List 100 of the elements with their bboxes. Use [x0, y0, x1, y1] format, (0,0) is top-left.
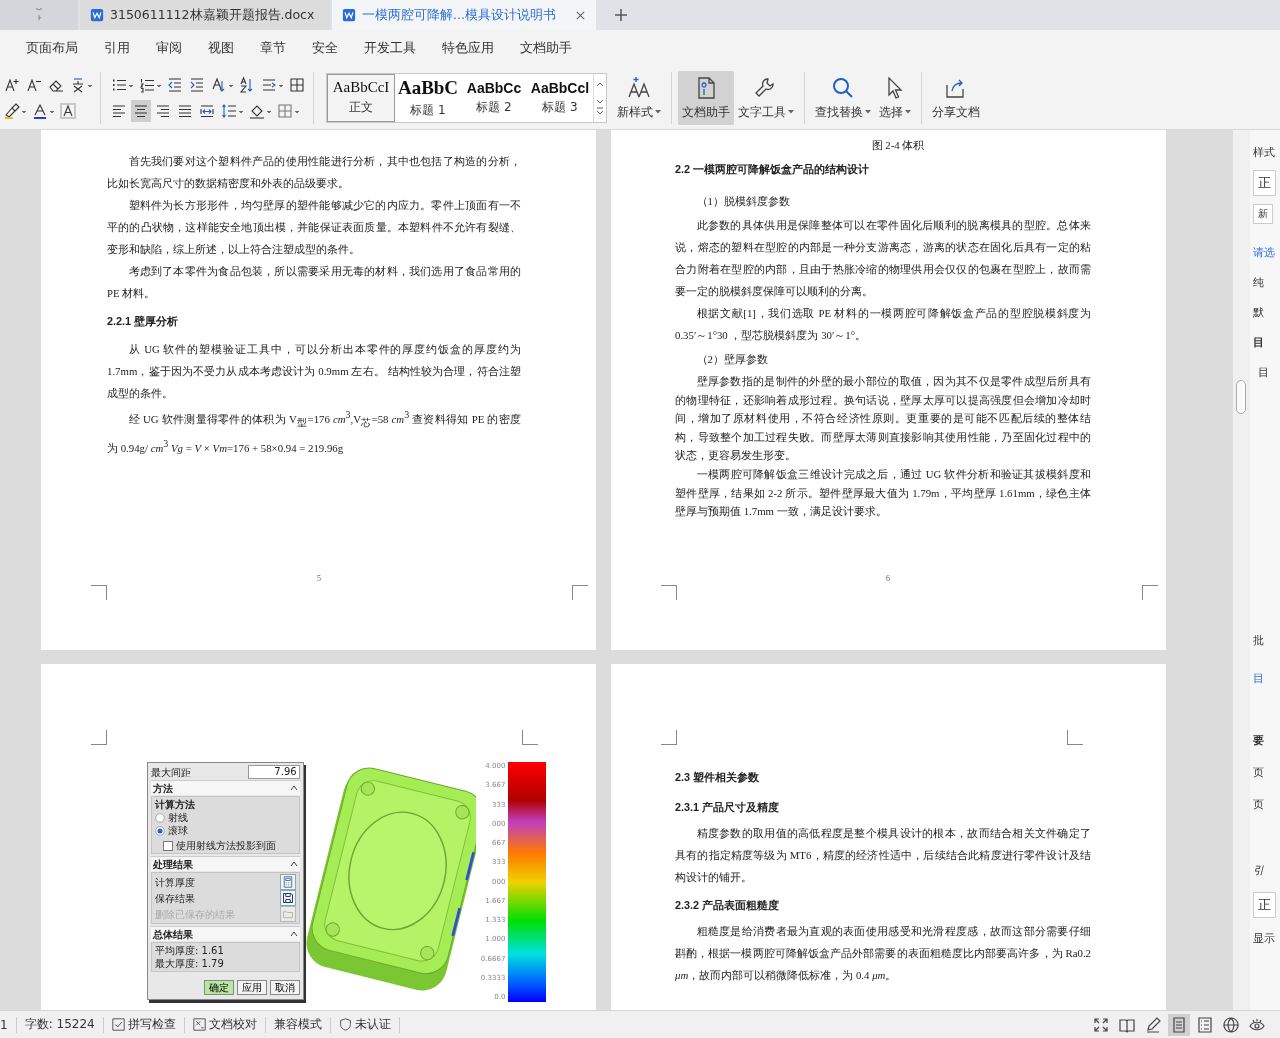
document-icon	[342, 8, 356, 22]
section-title: 处理结果	[153, 857, 193, 871]
panel-item[interactable]: 批	[1253, 632, 1264, 650]
outline-view-icon	[1197, 1016, 1213, 1033]
action-label: 保存结果	[155, 891, 195, 905]
style-label: 标题 2	[476, 98, 512, 116]
collapse-icon	[289, 785, 298, 791]
ribbon-button[interactable]: 分享文档	[928, 70, 984, 125]
ribbon-button[interactable]: 新样式	[613, 70, 665, 125]
ribbon-button[interactable]: 文档助手	[678, 70, 734, 125]
status-button[interactable]: 文档校对	[184, 1016, 265, 1033]
globe-icon	[1223, 1016, 1239, 1033]
panel-item[interactable]: 显示	[1253, 930, 1275, 948]
paragraph: 壁厚参数指的是制件的外壁的最小部位的取值，因为其不仅是零件成型后所具有的物理特征，还影响着成形过程。换句话说，壁厚太厚可以提高强度但会增加冷却时间，增加了原材料使用，不符合经济性原则。更重要的是可能不匹配后续的整体结构，导致整个加工过程失败。而壁厚太薄则直接影响其使用性能，乃至固化过程中的状态，更容易发生形变。	[675, 375, 1091, 462]
panel-item[interactable]: 新	[1253, 204, 1273, 224]
menu-item[interactable]: 文档助手	[520, 39, 572, 57]
caret-icon	[905, 110, 911, 114]
menu-item[interactable]: 审阅	[156, 39, 182, 57]
panel-item[interactable]: 页	[1253, 796, 1264, 814]
style-option[interactable]: AaBbC 标题 1	[395, 73, 461, 122]
scroll-thumb[interactable]	[1236, 380, 1246, 414]
page-view-icon	[1171, 1016, 1187, 1033]
panel-item[interactable]: 纯	[1253, 274, 1264, 292]
radio-label: 滚球	[168, 824, 188, 837]
style-option[interactable]: AaBbCcl 标题 3	[527, 73, 593, 122]
panel-item[interactable]: 目	[1253, 670, 1264, 688]
document-tab[interactable]: 3150611112林嘉颖开题报告.docx	[80, 0, 330, 30]
style-sample: AaBbC	[397, 76, 459, 99]
panel-item[interactable]: 要	[1253, 732, 1264, 750]
menu-item[interactable]: 引用	[104, 39, 130, 57]
fullscreen-icon	[1093, 1016, 1109, 1033]
document-icon	[90, 8, 104, 22]
panel-item[interactable]: 引	[1253, 862, 1264, 880]
input-field[interactable]: 7.96	[247, 765, 300, 779]
style-option[interactable]: AaBbCc 标题 2	[461, 73, 527, 122]
panel-item[interactable]: 请选	[1253, 244, 1275, 262]
result-text: 平均厚度: 1.61	[155, 944, 225, 957]
checkbox[interactable]	[163, 840, 173, 851]
crop-mark	[522, 730, 538, 745]
tab-title: 3150611112林嘉颖开题报告.docx	[110, 6, 316, 24]
style-option[interactable]: AaBbCcI 正文	[327, 73, 395, 122]
radio-button[interactable]	[155, 825, 165, 836]
status-button[interactable]: 未认证	[330, 1016, 399, 1033]
radio-label: 射线	[168, 811, 188, 824]
book-icon	[1119, 1016, 1135, 1033]
caret-icon	[865, 110, 871, 114]
menu-item[interactable]: 视图	[208, 39, 234, 57]
section-header[interactable]: 处理结果	[151, 856, 300, 871]
field-label: 最大间距	[151, 765, 191, 779]
crop-mark	[1142, 585, 1158, 600]
align-center-icon[interactable]	[131, 99, 151, 122]
panel-item[interactable]: 目	[1253, 364, 1269, 382]
menu-item[interactable]: 开发工具	[364, 39, 416, 57]
dialog-button[interactable]: 应用	[236, 980, 267, 995]
paragraph: 粗糙度是给消费者最为直观的表面使用感受和光滑程度感，故而这部分需要仔细斟酌，根据一模两腔可降解饭盒产品外部需要的表面粗糙度比内部要高许多，为 Ra0.2 μm，故而内部可以稍微降低标准，为 0.4 μm。	[675, 925, 1091, 981]
close-icon[interactable]	[575, 9, 586, 21]
paragraph: 从 UG 软件的塑模验证工具中，可以分析出本零件的厚度约饭盒的厚度约为 1.7mm，鉴于因为不受力从成本考虑设计为 0.9mm 左右。 结构性较为合理，符合注塑成型的条件。	[107, 343, 521, 399]
style-sample: AaBbCc	[466, 79, 522, 96]
ribbon-button[interactable]: 文字工具	[734, 70, 798, 125]
proofread-icon	[192, 1018, 206, 1031]
caret-icon	[655, 110, 661, 114]
paragraph: 考虑到了本零件为食品包装，所以需要采用无毒的材料，我们选用了食品常用的 PE 材料。	[107, 265, 521, 299]
eye-icon	[1249, 1016, 1265, 1033]
paragraph: 精度参数的取用值的高低程度是整个模具设计的根本，故而结合相关文件确定了具有的指定精度等级为 MT6，精度的经济性适中，后续结合此精度进行零件设计及结构设计的铺开。	[675, 827, 1091, 883]
panel-item[interactable]: 目	[1253, 334, 1264, 352]
calculator-icon	[281, 876, 294, 888]
menu-item[interactable]: 章节	[260, 39, 286, 57]
crop-mark	[572, 585, 588, 600]
ribbon-button[interactable]: 选择	[875, 70, 915, 125]
panel-item[interactable]: 正	[1253, 170, 1276, 196]
action-button[interactable]	[279, 890, 296, 906]
panel-item[interactable]: 默	[1253, 304, 1264, 322]
subheading: （2）壁厚参数	[696, 353, 768, 365]
checkbox-label: 使用射线方法投影到面	[176, 839, 276, 852]
dialog-button[interactable]: 确定	[203, 980, 234, 995]
panel-item[interactable]: 页	[1253, 764, 1264, 782]
crop-mark	[91, 585, 107, 600]
menu-item[interactable]: 安全	[312, 39, 338, 57]
style-sample: AaBbCcl	[530, 79, 590, 96]
paragraph: 根据文献[1]，我们选取 PE 材料的一模两腔可降解饭盒产品的型腔脱模斜度为 0.35′～1°30 ，型芯脱模斜度为 30′～1°。	[675, 307, 1091, 341]
dialog-button[interactable]: 取消	[269, 980, 300, 995]
section-heading: 2.3.2 产品表面粗糙度	[675, 899, 779, 911]
view-button[interactable]	[1168, 1013, 1190, 1036]
status-button[interactable]: 拼写检查	[103, 1016, 184, 1033]
panel-item[interactable]: 正	[1253, 892, 1276, 918]
section-heading: 2.2 一模两腔可降解饭盒产品的结构设计	[675, 163, 869, 175]
radio-button[interactable]	[155, 812, 165, 823]
section-header[interactable]: 方法	[151, 780, 300, 795]
panel-item[interactable]: 样式	[1253, 144, 1275, 162]
section-header[interactable]: 总体结果	[151, 926, 300, 941]
action-label: 计算厚度	[155, 875, 195, 889]
ribbon-button[interactable]: 查找替换	[811, 70, 875, 125]
new-tab-icon[interactable]	[614, 8, 628, 22]
crop-mark	[661, 585, 677, 600]
gallery-scroll[interactable]	[593, 73, 606, 122]
page-number: 5	[317, 573, 321, 585]
menu-item[interactable]: 特色应用	[442, 39, 494, 57]
menu-item[interactable]: 页面布局	[26, 39, 78, 57]
status-text: 字数: 15224	[23, 1016, 96, 1033]
document-tab[interactable]: 一模两腔可降解...模具设计说明书	[332, 0, 596, 30]
